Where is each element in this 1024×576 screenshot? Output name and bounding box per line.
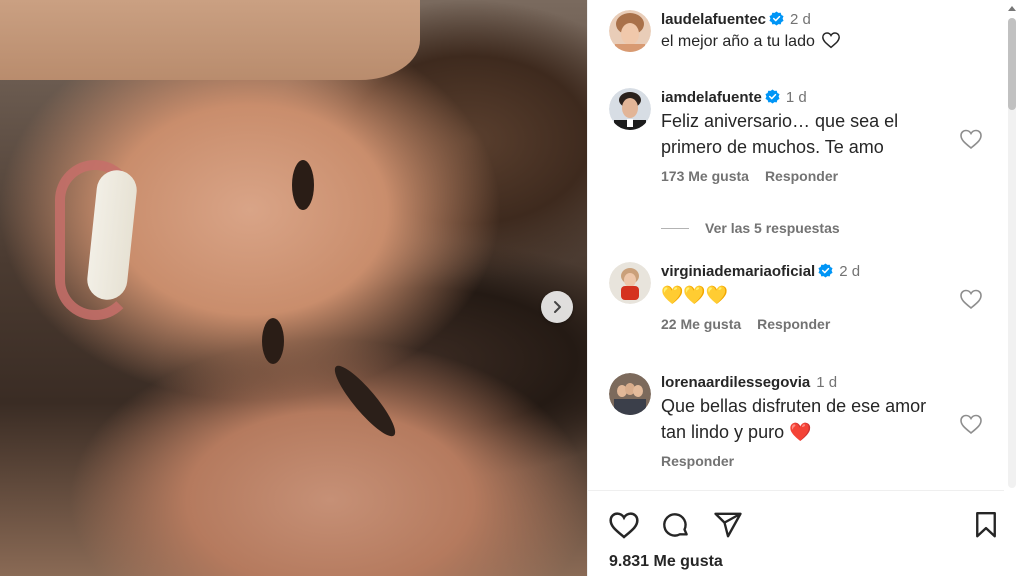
avatar[interactable] (609, 373, 651, 415)
photo-eye (262, 318, 284, 364)
comment-likes[interactable]: 22 Me gusta (661, 316, 741, 332)
post-likes-count[interactable]: 9.831 Me gusta (609, 553, 723, 571)
verified-badge-icon (769, 11, 784, 26)
reply-button[interactable]: Responder (765, 168, 838, 184)
scroll-thumb[interactable] (1008, 18, 1016, 110)
heart-icon[interactable] (608, 510, 640, 540)
avatar[interactable] (609, 262, 651, 304)
photo-arm (0, 0, 420, 80)
reply-button[interactable]: Responder (661, 453, 734, 469)
photo-closed-eye (327, 359, 403, 443)
like-comment-heart-icon[interactable] (959, 288, 983, 310)
share-icon[interactable] (712, 510, 744, 540)
avatar[interactable] (609, 10, 651, 52)
caption: laudelafuentec 2 d el mejor año a tu lado (609, 10, 989, 60)
comment-age: 1 d (816, 374, 838, 391)
comment-age: 1 d (785, 89, 807, 106)
comment-age: 2 d (839, 263, 861, 280)
caption-username[interactable]: laudelafuentec (661, 11, 766, 28)
view-replies-label[interactable]: Ver las 5 respuestas (705, 220, 840, 236)
heart-icon (822, 32, 841, 49)
comments-scrollbar[interactable] (1004, 0, 1020, 500)
next-photo-button[interactable] (541, 291, 573, 323)
view-replies-button[interactable]: Ver las 5 respuestas (661, 220, 840, 236)
comment: lorenaardilessegovia 1 d Que bellas disfr… (609, 373, 989, 483)
comment-username[interactable]: lorenaardilessegovia (661, 374, 810, 391)
like-comment-heart-icon[interactable] (959, 413, 983, 435)
reply-button[interactable]: Responder (757, 316, 830, 332)
comment: iamdelafuente 1 d Feliz aniversario… que … (609, 88, 989, 198)
chevron-right-icon (554, 301, 561, 313)
comment-username[interactable]: iamdelafuente (661, 89, 762, 106)
replies-divider (661, 227, 689, 229)
comment-text: Feliz aniversario… que sea el primero de… (661, 111, 899, 157)
post-photo (0, 0, 587, 576)
caption-text: el mejor año a tu lado (661, 33, 815, 50)
comment-text: 💛💛💛 (661, 285, 729, 305)
like-comment-heart-icon[interactable] (959, 128, 983, 150)
verified-badge-icon (765, 89, 780, 104)
bookmark-icon[interactable] (970, 510, 1002, 540)
actions-divider (588, 490, 1004, 491)
photo-eye (292, 160, 314, 210)
caption-age: 2 d (790, 11, 811, 28)
comment-username[interactable]: virginiademariaoficial (661, 263, 815, 280)
scroll-up-icon[interactable] (1007, 4, 1017, 12)
comment-text: Que bellas disfruten de ese amor tan lin… (661, 396, 927, 442)
verified-badge-icon (818, 263, 833, 278)
comment: virginiademariaoficial 2 d 💛💛💛 22 Me gust… (609, 262, 989, 342)
comment-likes[interactable]: 173 Me gusta (661, 168, 749, 184)
comment-icon[interactable] (660, 510, 692, 540)
avatar[interactable] (609, 88, 651, 130)
